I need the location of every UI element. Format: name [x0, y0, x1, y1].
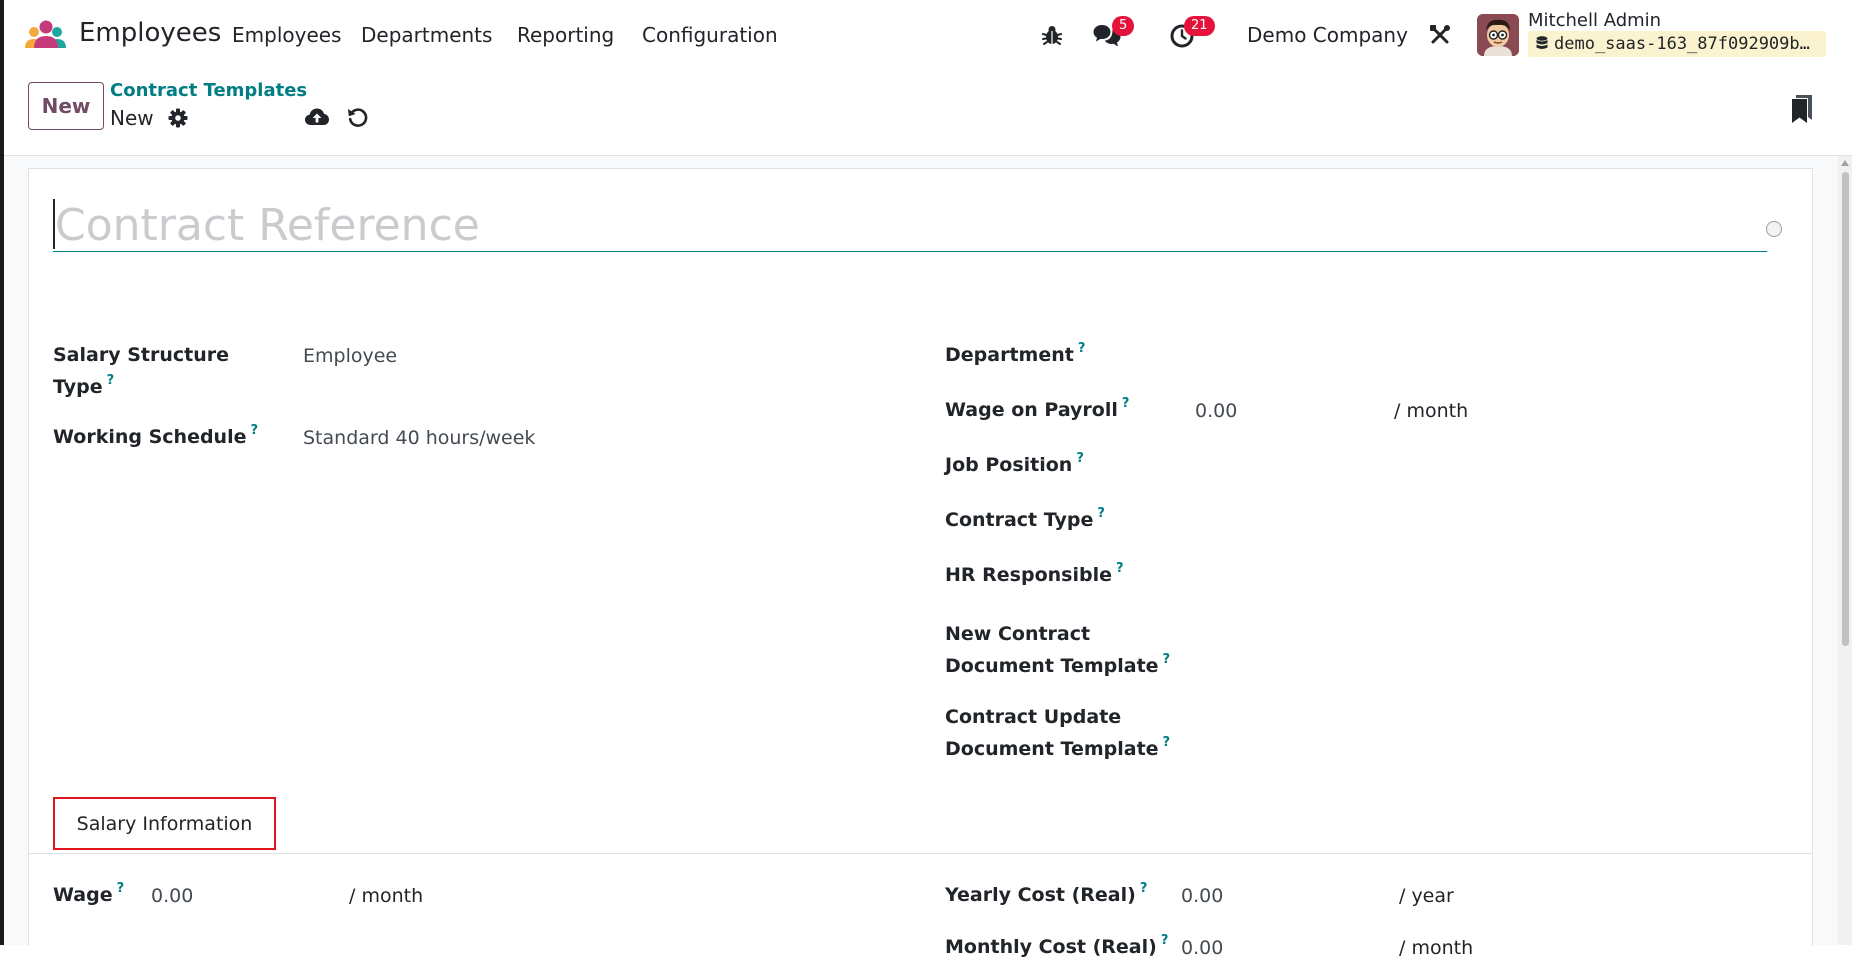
wage-unit: / month [349, 885, 424, 907]
save-cloud-icon[interactable] [304, 106, 330, 128]
yearly-cost-field[interactable]: 0.00 [1181, 880, 1223, 912]
monthly-cost-unit: / month [1399, 937, 1474, 959]
help-tooltip-icon[interactable]: ? [1116, 561, 1124, 576]
bookmark-icon[interactable] [1790, 94, 1814, 124]
new-contract-document-template-label: New Contract Document Template? [945, 623, 1171, 677]
working-schedule-field[interactable]: Standard 40 hours/week [303, 422, 535, 454]
wage-on-payroll-label: Wage on Payroll? [945, 396, 1130, 421]
help-tooltip-icon[interactable]: ? [1161, 933, 1169, 948]
tab-salary-information[interactable]: Salary Information [53, 797, 276, 850]
help-tooltip-icon[interactable]: ? [1140, 881, 1148, 896]
job-position-label: Job Position? [945, 451, 1084, 476]
discard-undo-icon[interactable] [346, 105, 370, 129]
database-icon [1536, 36, 1548, 49]
control-panel: New Contract Templates New [4, 72, 1852, 156]
scrollbar-thumb[interactable] [1842, 172, 1849, 646]
help-tooltip-icon[interactable]: ? [1076, 451, 1084, 466]
notebook-tab-divider [29, 853, 1812, 854]
menu-reporting[interactable]: Reporting [517, 23, 614, 47]
debug-bug-icon[interactable] [1042, 24, 1062, 46]
contract-type-label: Contract Type? [945, 506, 1105, 531]
app-name[interactable]: Employees [79, 18, 221, 48]
yearly-cost-unit: / year [1399, 885, 1454, 907]
salary-structure-type-field[interactable]: Employee [303, 340, 397, 372]
wage-on-payroll-field[interactable]: 0.00 [1195, 395, 1237, 427]
database-name-text: demo_saas-163_87f092909b… [1554, 34, 1810, 54]
yearly-cost-label: Yearly Cost (Real)? [945, 881, 1148, 906]
form-sheet: Salary Structure Type? Employee Working … [28, 168, 1813, 959]
help-tooltip-icon[interactable]: ? [117, 881, 125, 896]
help-tooltip-icon[interactable]: ? [250, 423, 258, 438]
company-switcher[interactable]: Demo Company [1247, 23, 1408, 47]
user-name[interactable]: Mitchell Admin [1528, 10, 1661, 31]
monthly-cost-field[interactable]: 0.00 [1181, 932, 1223, 964]
working-schedule-label: Working Schedule? [53, 423, 259, 448]
monthly-cost-label: Monthly Cost (Real)? [945, 933, 1169, 958]
salary-structure-type-label: Salary Structure Type? [53, 344, 230, 398]
contract-reference-input[interactable] [53, 199, 1767, 252]
text-cursor [53, 199, 55, 249]
department-label: Department? [945, 341, 1086, 366]
help-tooltip-icon[interactable]: ? [107, 373, 115, 388]
scroll-up-arrow-icon[interactable] [1841, 160, 1849, 166]
help-tooltip-icon[interactable]: ? [1097, 506, 1105, 521]
hr-responsible-label: HR Responsible? [945, 561, 1124, 586]
record-name: New [110, 106, 154, 130]
status-indicator[interactable] [1766, 221, 1782, 237]
help-tooltip-icon[interactable]: ? [1163, 652, 1171, 667]
contract-update-document-template-label: Contract Update Document Template? [945, 706, 1171, 760]
menu-configuration[interactable]: Configuration [642, 23, 778, 47]
help-tooltip-icon[interactable]: ? [1163, 735, 1171, 750]
employees-app-icon[interactable] [24, 18, 68, 50]
user-avatar[interactable] [1477, 14, 1519, 56]
gear-icon[interactable] [168, 108, 188, 128]
user-avatar-face-icon [1477, 14, 1519, 56]
help-tooltip-icon[interactable]: ? [1122, 396, 1130, 411]
wage-on-payroll-unit: / month [1394, 400, 1469, 422]
messages-count-badge: 5 [1112, 16, 1135, 36]
database-name[interactable]: demo_saas-163_87f092909b… [1528, 31, 1826, 57]
menu-employees[interactable]: Employees [232, 23, 341, 47]
help-tooltip-icon[interactable]: ? [1078, 341, 1086, 356]
tools-icon[interactable] [1429, 24, 1451, 46]
top-navbar: Employees Employees Departments Reportin… [4, 0, 1852, 72]
activities-count-badge: 21 [1184, 16, 1215, 36]
wage-field[interactable]: 0.00 [151, 880, 193, 912]
menu-departments[interactable]: Departments [361, 23, 492, 47]
breadcrumb-contract-templates[interactable]: Contract Templates [110, 80, 307, 101]
wage-label: Wage? [53, 881, 125, 906]
new-record-button[interactable]: New [28, 82, 104, 130]
